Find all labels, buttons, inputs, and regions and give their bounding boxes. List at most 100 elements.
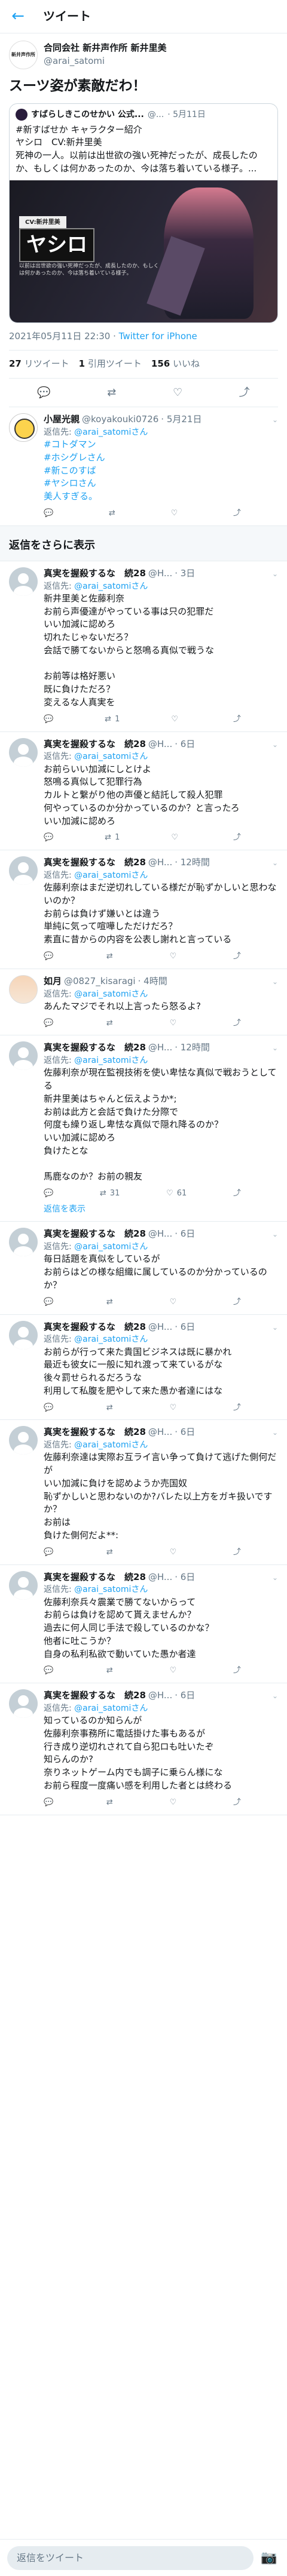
avatar[interactable] [9,567,38,596]
reply-name[interactable]: 真実を握殺するな 続28 [44,1426,146,1439]
reply-1[interactable]: 真実を握殺するな 続28 @H... · 3日 ⌄ 返信先: @arai_satomiさ… [0,561,287,732]
share-icon[interactable]: ⤴ [233,1403,241,1414]
via-link[interactable]: Twitter for iPhone [119,331,197,342]
reply-name[interactable]: 小屋光親 [44,413,80,426]
retweet-action[interactable]: ⇄ [106,1297,117,1308]
chevron-down-icon[interactable]: ⌄ [272,569,278,579]
share-icon[interactable]: ⤴ [233,1665,241,1677]
chevron-down-icon[interactable]: ⌄ [272,1691,278,1701]
like-icon[interactable]: ♡ [171,508,178,519]
reply-to-handle[interactable]: @arai_satomiさん [74,582,148,591]
like-action[interactable]: ♡ [170,951,181,963]
retweet-action[interactable]: ⇄ [106,1665,117,1677]
reply-to-handle[interactable]: @arai_satomiさん [74,1242,148,1252]
author-row[interactable]: 新井声作所 合同会社 新井声作所 新井里美 @arai_satomi [9,41,278,69]
reply-to-handle[interactable]: @arai_satomiさん [74,752,148,761]
like-icon[interactable]: ♡ [173,385,182,401]
retweet-action[interactable]: ⇄ [106,1403,117,1414]
quoted-tweet[interactable]: すばらしきこのせかい 公式... @... · 5月11日 #新すばせか キャラ… [9,103,278,323]
retweet-action[interactable]: ⇄ [106,1797,117,1809]
share-icon[interactable]: ⤴ [233,508,241,519]
retweet-action[interactable]: ⇄ 1 [105,832,120,844]
avatar[interactable] [9,1228,38,1257]
like-action[interactable]: ♡ [170,1018,181,1029]
reply-icon[interactable]: 💬 [44,1297,53,1308]
reply-to-handle[interactable]: @arai_satomiさん [74,1335,148,1344]
avatar[interactable] [9,1570,38,1600]
retweet-action[interactable]: ⇄ [106,1018,117,1029]
reply-name[interactable]: 如月 [44,975,62,988]
chevron-down-icon[interactable]: ⌄ [272,858,278,868]
reply-10[interactable]: 真実を握殺するな 続28 @H... · 6日 ⌄ 返信先: @arai_satomiさ… [0,1683,287,1815]
share-icon[interactable]: ⤴ [233,832,241,844]
share-icon[interactable]: ⤴ [233,1188,241,1200]
share-icon[interactable]: ⤴ [233,1547,241,1558]
avatar[interactable] [9,1689,38,1719]
like-action[interactable]: ♡ 61 [166,1188,187,1200]
like-stat[interactable]: 156 いいね [151,358,200,371]
retweet-action[interactable]: ⇄ 31 [100,1188,120,1200]
like-action[interactable]: ♡ [171,832,182,844]
like-action[interactable]: ♡ [170,1547,181,1558]
share-icon[interactable]: ⤴ [233,951,241,963]
reply-to-handle[interactable]: @arai_satomiさん [74,1440,148,1450]
share-icon[interactable]: ⤴ [233,1018,241,1029]
share-icon[interactable]: ⤴ [233,1797,241,1809]
retweet-icon[interactable]: ⇄ [109,508,115,519]
reply-icon[interactable]: 💬 [37,385,50,401]
avatar[interactable] [9,1041,38,1071]
reply-name[interactable]: 真実を握殺するな 続28 [44,1041,146,1055]
chevron-down-icon[interactable]: ⌄ [272,1428,278,1438]
reply-to-handle[interactable]: @arai_satomiさん [74,1056,148,1065]
reply-icon[interactable]: 💬 [44,951,53,963]
reply-5[interactable]: 真実を握殺するな 続28 @H... · 12時間 ⌄ 返信先: @arai_satom… [0,1035,287,1222]
quote-stat[interactable]: 1 引用ツイート [79,358,142,371]
reply-icon[interactable]: 💬 [44,508,53,519]
reply-9[interactable]: 真実を握殺するな 続28 @H... · 6日 ⌄ 返信先: @arai_satomiさ… [0,1565,287,1684]
reply-2[interactable]: 真実を握殺するな 続28 @H... · 6日 ⌄ 返信先: @arai_satomiさ… [0,732,287,851]
reply-4[interactable]: 如月 @0827_kisaragi · 4時間 ⌄ 返信先: @arai_satomiさ… [0,969,287,1036]
avatar[interactable] [9,1320,38,1350]
like-action[interactable]: ♡ [171,714,182,726]
author-name[interactable]: 合同会社 新井声作所 新井里美 [44,42,166,55]
chevron-down-icon[interactable]: ⌄ [272,740,278,750]
chevron-down-icon[interactable]: ⌄ [272,1229,278,1240]
reply-6[interactable]: 真実を握殺するな 続28 @H... · 6日 ⌄ 返信先: @arai_satomiさ… [0,1222,287,1315]
like-action[interactable]: ♡ [170,1797,181,1809]
reply-7[interactable]: 真実を握殺するな 続28 @H... · 6日 ⌄ 返信先: @arai_satomiさ… [0,1315,287,1421]
retweet-action[interactable]: ⇄ [106,951,117,963]
reply-to-handle[interactable]: @arai_satomiさん [74,428,148,437]
avatar[interactable] [9,1426,38,1455]
chevron-down-icon[interactable]: ⌄ [272,1573,278,1583]
reply-icon[interactable]: 💬 [44,832,53,844]
reply-name[interactable]: 真実を握殺するな 続28 [44,1689,146,1702]
reply-input[interactable]: 返信をツイート [7,2546,254,2570]
reply-to-handle[interactable]: @arai_satomiさん [74,871,148,880]
like-action[interactable]: ♡ [170,1297,181,1308]
chevron-down-icon[interactable]: ⌄ [272,1043,278,1053]
reply-name[interactable]: 真実を握殺するな 続28 [44,856,146,869]
reply-icon[interactable]: 💬 [44,1547,53,1558]
reply-icon[interactable]: 💬 [44,1403,53,1414]
avatar[interactable] [9,737,38,767]
retweet-stat[interactable]: 27 リツイート [9,358,69,371]
reply-icon[interactable]: 💬 [44,1797,53,1809]
retweet-action[interactable]: ⇄ [106,1547,117,1558]
reply-name[interactable]: 真実を握殺するな 続28 [44,1321,146,1334]
reply-to-handle[interactable]: @arai_satomiさん [74,1704,148,1713]
retweet-icon[interactable]: ⇄ [107,385,116,401]
like-action[interactable]: ♡ [170,1403,181,1414]
avatar[interactable] [9,413,38,442]
chevron-down-icon[interactable]: ⌄ [272,415,278,425]
reply-3[interactable]: 真実を握殺するな 続28 @H... · 12時間 ⌄ 返信先: @arai_satom… [0,850,287,969]
reply-name[interactable]: 真実を握殺するな 続28 [44,567,146,580]
reply-8[interactable]: 真実を握殺するな 続28 @H... · 6日 ⌄ 返信先: @arai_satomiさ… [0,1420,287,1565]
share-icon[interactable]: ⤴ [233,1297,241,1308]
avatar[interactable] [9,856,38,886]
back-arrow-icon[interactable]: ← [7,6,29,27]
reply-name[interactable]: 真実を握殺するな 続28 [44,1228,146,1241]
show-replies-link[interactable]: 返信を表示 [44,1203,278,1215]
share-icon[interactable]: ⤴ [233,714,241,726]
like-action[interactable]: ♡ [170,1665,181,1677]
quote-image[interactable]: CV:新井里美 ヤシロ 以前は出世欲の強い死神だったが、成長したのか、もしくは何… [10,180,277,322]
